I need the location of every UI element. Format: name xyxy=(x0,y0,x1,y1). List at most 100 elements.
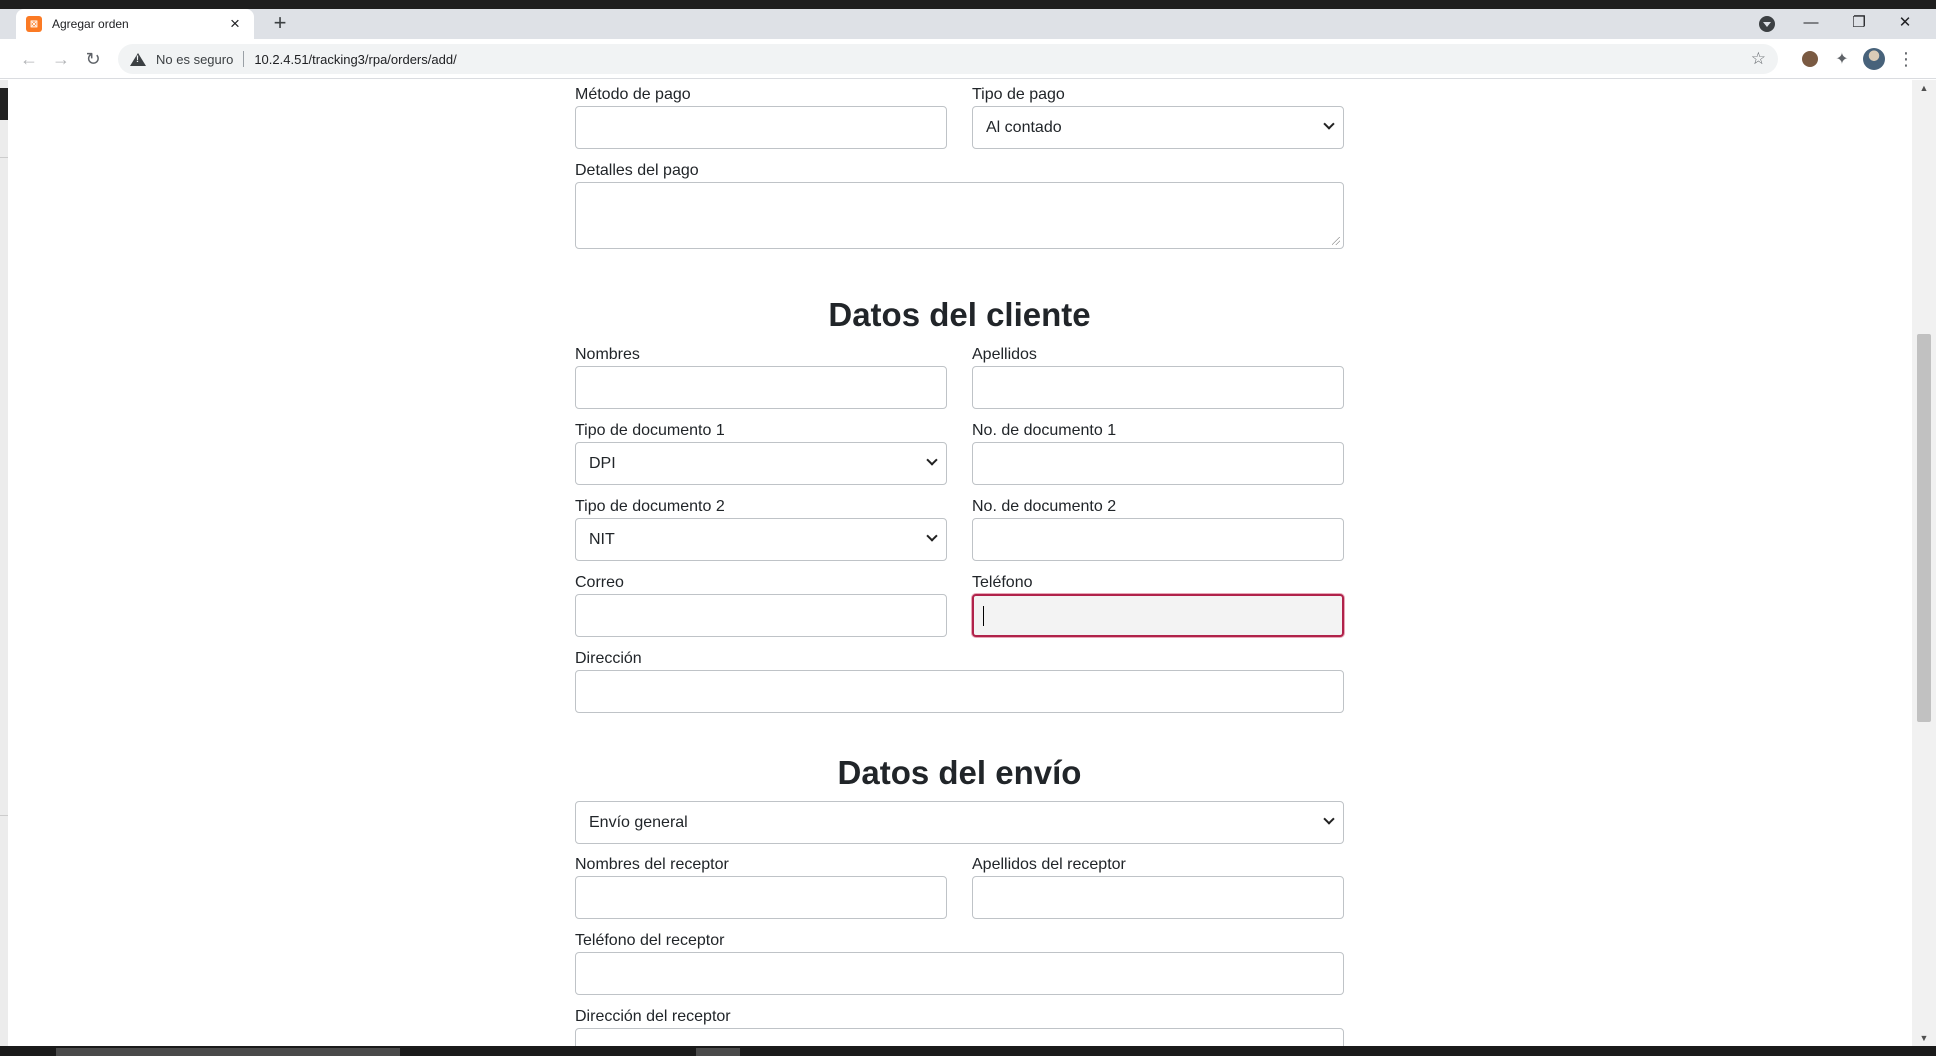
correo-group: Correo xyxy=(575,572,947,637)
detalles-pago-textarea[interactable] xyxy=(575,182,1344,249)
no-doc1-label: No. de documento 1 xyxy=(972,422,1117,439)
forward-arrow-icon[interactable]: → xyxy=(49,47,73,71)
tab-search-icon[interactable] xyxy=(1759,16,1775,32)
left-edge-line xyxy=(0,815,8,816)
apellidos-group: Apellidos xyxy=(972,344,1344,409)
nombres-label: Nombres xyxy=(575,346,640,363)
tab-title: Agregar orden xyxy=(52,17,129,31)
apellidos-input[interactable] xyxy=(972,366,1344,409)
tipo-doc2-value: NIT xyxy=(589,530,615,548)
bookmark-star-icon[interactable]: ☆ xyxy=(1751,49,1766,69)
client-section-title: Datos del cliente xyxy=(828,296,1091,333)
no-doc2-group: No. de documento 2 xyxy=(972,496,1344,561)
nombres-receptor-label: Nombres del receptor xyxy=(575,856,729,873)
no-doc1-group: No. de documento 1 xyxy=(972,420,1344,485)
direccion-input[interactable] xyxy=(575,670,1344,713)
apellidos-label: Apellidos xyxy=(972,346,1037,363)
browser-window: ⊠ Agregar orden × + — ❐ ✕ ← → ↻ No es se… xyxy=(0,0,1936,1056)
puzzle-icon: ✦ xyxy=(1835,51,1849,68)
close-tab-icon[interactable]: × xyxy=(226,15,244,33)
warning-icon xyxy=(130,52,146,66)
taskbar-segment xyxy=(56,1048,400,1056)
tipo-pago-group: Tipo de pago Al contado xyxy=(972,84,1344,149)
shipping-section-title: Datos del envío xyxy=(837,754,1082,791)
security-label[interactable]: No es seguro xyxy=(156,52,233,67)
reload-icon[interactable]: ↻ xyxy=(81,47,105,71)
apellidos-receptor-group: Apellidos del receptor xyxy=(972,854,1344,919)
minimize-button[interactable]: — xyxy=(1788,11,1834,35)
direccion-group: Dirección xyxy=(575,648,1344,713)
page-viewport: Método de pago Tipo de pago Al contado D… xyxy=(0,80,1936,1046)
metodo-pago-input[interactable] xyxy=(575,106,947,149)
extension-icon xyxy=(1802,51,1818,67)
tab-agregar-orden[interactable]: ⊠ Agregar orden × xyxy=(16,9,254,39)
nombres-input[interactable] xyxy=(575,366,947,409)
direccion-receptor-group: Dirección del receptor xyxy=(575,1006,1344,1046)
correo-input[interactable] xyxy=(575,594,947,637)
direccion-receptor-input[interactable] xyxy=(575,1028,1344,1046)
scrollbar-thumb[interactable] xyxy=(1917,334,1931,722)
no-doc2-input[interactable] xyxy=(972,518,1344,561)
close-window-button[interactable]: ✕ xyxy=(1882,11,1928,35)
tipo-doc1-group: Tipo de documento 1 DPI xyxy=(575,420,947,485)
no-doc2-label: No. de documento 2 xyxy=(972,498,1117,515)
nombres-group: Nombres xyxy=(575,344,947,409)
telefono-receptor-group: Teléfono del receptor xyxy=(575,930,1344,995)
url-text[interactable]: 10.2.4.51/tracking3/rpa/orders/add/ xyxy=(254,52,1750,67)
apellidos-receptor-label: Apellidos del receptor xyxy=(972,856,1126,873)
back-arrow-icon[interactable]: ← xyxy=(17,47,41,71)
tipo-envio-group: Envío general xyxy=(575,801,1344,844)
avatar xyxy=(1863,48,1885,70)
nombres-receptor-input[interactable] xyxy=(575,876,947,919)
direccion-label: Dirección xyxy=(575,650,642,667)
chevron-down-icon xyxy=(1323,813,1335,825)
tipo-doc2-group: Tipo de documento 2 NIT xyxy=(575,496,947,561)
screen-top-edge xyxy=(0,0,1936,9)
left-edge-line xyxy=(0,157,8,158)
new-tab-button[interactable]: + xyxy=(268,12,292,36)
chevron-down-icon xyxy=(1323,118,1335,130)
taskbar-edge xyxy=(0,1046,1936,1056)
tipo-doc2-label: Tipo de documento 2 xyxy=(575,498,725,515)
tipo-pago-label: Tipo de pago xyxy=(972,86,1065,103)
profile-button[interactable] xyxy=(1862,47,1886,71)
tipo-envio-value: Envío general xyxy=(589,813,688,831)
tipo-pago-value: Al contado xyxy=(986,118,1062,136)
browser-toolbar: ← → ↻ No es seguro 10.2.4.51/tracking3/r… xyxy=(0,39,1936,79)
address-bar[interactable]: No es seguro 10.2.4.51/tracking3/rpa/ord… xyxy=(118,44,1778,74)
detalles-pago-group: Detalles del pago xyxy=(575,160,1344,249)
metodo-pago-label: Método de pago xyxy=(575,86,691,103)
tipo-doc1-value: DPI xyxy=(589,454,616,472)
extensions-button[interactable]: ✦ xyxy=(1830,47,1854,71)
telefono-input[interactable] xyxy=(972,594,1344,637)
extension-button[interactable] xyxy=(1798,47,1822,71)
kebab-menu-icon: ⋮ xyxy=(1897,49,1915,69)
nombres-receptor-group: Nombres del receptor xyxy=(575,854,947,919)
chevron-down-icon xyxy=(926,454,938,466)
telefono-receptor-input[interactable] xyxy=(575,952,1344,995)
tipo-doc1-select[interactable]: DPI xyxy=(575,442,947,485)
telefono-receptor-label: Teléfono del receptor xyxy=(575,932,725,949)
left-window-edge xyxy=(0,80,8,1046)
tipo-doc1-label: Tipo de documento 1 xyxy=(575,422,725,439)
divider xyxy=(243,51,245,67)
no-doc1-input[interactable] xyxy=(972,442,1344,485)
page-scrollbar[interactable]: ▲ ▼ xyxy=(1912,80,1936,1046)
scroll-down-arrow-icon[interactable]: ▼ xyxy=(1912,1030,1936,1046)
tipo-pago-select[interactable]: Al contado xyxy=(972,106,1344,149)
tipo-doc2-select[interactable]: NIT xyxy=(575,518,947,561)
correo-label: Correo xyxy=(575,574,624,591)
menu-button[interactable]: ⋮ xyxy=(1894,47,1918,71)
telefono-group: Teléfono xyxy=(972,572,1344,637)
metodo-pago-group: Método de pago xyxy=(575,84,947,149)
xampp-icon: ⊠ xyxy=(26,16,42,32)
tab-strip: ⊠ Agregar orden × + — ❐ ✕ xyxy=(0,9,1936,39)
scroll-up-arrow-icon[interactable]: ▲ xyxy=(1912,80,1936,96)
restore-button[interactable]: ❐ xyxy=(1836,11,1882,35)
left-edge-block xyxy=(0,88,8,120)
tipo-envio-select[interactable]: Envío general xyxy=(575,801,1344,844)
detalles-pago-label: Detalles del pago xyxy=(575,162,699,179)
apellidos-receptor-input[interactable] xyxy=(972,876,1344,919)
taskbar-segment xyxy=(696,1048,740,1056)
chevron-down-icon xyxy=(926,530,938,542)
